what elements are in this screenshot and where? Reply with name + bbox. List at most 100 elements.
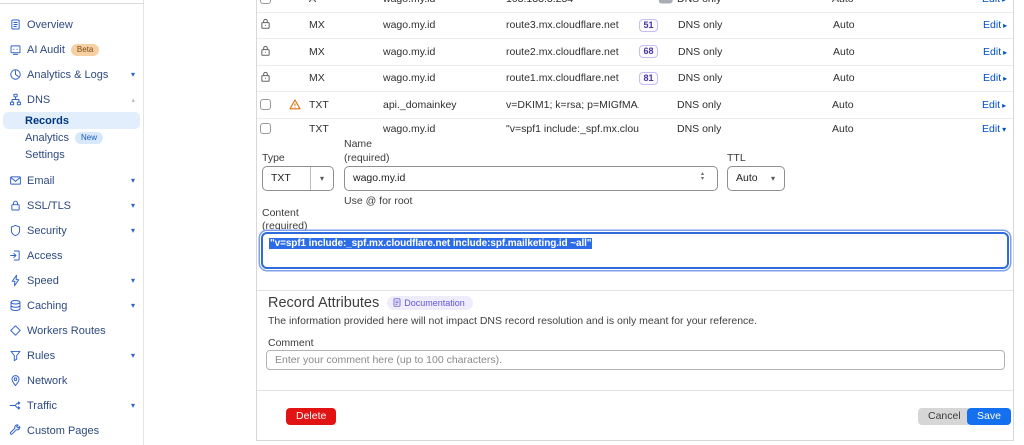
sidebar-item-traffic[interactable]: Traffic▾ bbox=[0, 393, 143, 418]
record-content: 103.133.3.254 bbox=[504, 0, 639, 5]
record-content: route3.mx.cloudflare.net bbox=[504, 19, 639, 31]
edit-link[interactable]: Edit▸ bbox=[982, 99, 1006, 111]
sidebar-item-label: Workers Routes bbox=[27, 325, 106, 337]
edit-link[interactable]: Edit▸ bbox=[983, 72, 1007, 84]
record-edit-cell: Edit▸ bbox=[982, 0, 1013, 5]
sidebar-item-analytics[interactable]: Analytics New bbox=[0, 129, 143, 146]
edit-link[interactable]: Edit▸ bbox=[983, 46, 1007, 58]
lock-icon bbox=[260, 44, 271, 60]
proxy-cloud-icon[interactable] bbox=[657, 0, 674, 7]
record-name: wago.my.id bbox=[381, 46, 504, 58]
document-icon bbox=[393, 298, 401, 307]
sidebar-item-network[interactable]: Network bbox=[0, 368, 143, 393]
edit-link[interactable]: Edit▸ bbox=[982, 0, 1006, 5]
sidebar-item-access[interactable]: Access bbox=[0, 243, 143, 268]
sidebar-item-analytics-logs[interactable]: Analytics & Logs▾ bbox=[0, 62, 143, 87]
row-warning-cell bbox=[283, 99, 307, 110]
sidebar-item-speed[interactable]: Speed▾ bbox=[0, 268, 143, 293]
content-selected-text: "v=spf1 include:_spf.mx.cloudflare.net i… bbox=[269, 238, 592, 249]
table-row: TXTapi._domainkeyv=DKIM1; k=rsa; p=MIGfM… bbox=[257, 92, 1013, 119]
row-select-cell bbox=[257, 99, 283, 110]
sidebar-item-records[interactable]: Records bbox=[3, 112, 140, 129]
ttl-label: TTL bbox=[727, 152, 746, 164]
record-content: route2.mx.cloudflare.net bbox=[504, 46, 639, 58]
comment-input[interactable] bbox=[266, 350, 1005, 370]
documentation-link[interactable]: Documentation bbox=[387, 296, 473, 310]
sidebar-item-label: Analytics & Logs bbox=[27, 69, 108, 81]
record-type: TXT bbox=[307, 123, 381, 135]
table-row: MXwago.my.idroute3.mx.cloudflare.net51DN… bbox=[257, 13, 1013, 40]
row-select-cell bbox=[257, 44, 283, 60]
sidebar-item-workers-routes[interactable]: Workers Routes bbox=[0, 318, 143, 343]
record-edit-cell: Edit▾ bbox=[982, 123, 1013, 135]
proxy-status: DNS only bbox=[677, 99, 721, 111]
row-select-cell bbox=[257, 70, 283, 86]
proxy-status: DNS only bbox=[677, 0, 721, 5]
name-required-label: (required) bbox=[344, 152, 390, 164]
chevron-down-icon: ▾ bbox=[762, 174, 784, 183]
sidebar-item-settings[interactable]: Settings bbox=[0, 146, 143, 163]
sidebar-item-rules[interactable]: Rules ▾ bbox=[0, 343, 143, 368]
sidebar-item-email[interactable]: Email▾ bbox=[0, 168, 143, 193]
edit-label: Edit bbox=[982, 123, 1000, 135]
content-label: Content bbox=[262, 207, 299, 219]
sidebar-item-label: Security bbox=[27, 225, 67, 237]
row-checkbox[interactable] bbox=[260, 0, 271, 4]
record-type: MX bbox=[307, 46, 381, 58]
sidebar-item-label: Traffic bbox=[27, 400, 57, 412]
type-label: Type bbox=[262, 152, 285, 164]
chevron-up-icon: ▴ bbox=[131, 96, 135, 104]
table-row: MXwago.my.idroute2.mx.cloudflare.net68DN… bbox=[257, 39, 1013, 66]
record-type: MX bbox=[307, 72, 381, 84]
sidebar-item-label: Custom Pages bbox=[27, 425, 99, 437]
row-checkbox[interactable] bbox=[260, 99, 271, 110]
sidebar-item-label: Analytics bbox=[25, 132, 69, 144]
sidebar-item-ssl-tls[interactable]: SSL/TLS▾ bbox=[0, 193, 143, 218]
record-proxy-cell: DNS only bbox=[658, 72, 828, 84]
record-name: wago.my.id bbox=[381, 19, 504, 31]
record-content: v=DKIM1; k=rsa; p=MIGfMA... bbox=[504, 99, 639, 111]
table-row: Awago.my.id103.133.3.254DNS onlyAutoEdit… bbox=[257, 0, 1013, 13]
name-stepper-icon[interactable]: ▴▾ bbox=[701, 172, 704, 182]
chevron-down-icon: ▾ bbox=[131, 351, 135, 360]
chevron-down-icon: ▾ bbox=[311, 174, 333, 183]
ttl-select-value: Auto bbox=[728, 172, 762, 184]
record-proxy-cell: DNS only bbox=[658, 46, 828, 58]
sidebar-item-overview[interactable]: Overview bbox=[0, 12, 143, 37]
ttl-select[interactable]: Auto ▾ bbox=[727, 166, 785, 191]
lock-icon bbox=[260, 17, 271, 33]
sidebar-item-security[interactable]: Security▾ bbox=[0, 218, 143, 243]
name-label: Name bbox=[344, 138, 372, 150]
sidebar-item-custom-pages[interactable]: Custom Pages bbox=[0, 418, 143, 443]
record-priority-cell: 68 bbox=[639, 45, 658, 58]
record-name: api._domainkey bbox=[381, 99, 504, 111]
sidebar-item-caching[interactable]: Caching▾ bbox=[0, 293, 143, 318]
comment-label: Comment bbox=[268, 337, 314, 349]
triangle-right-icon: ▸ bbox=[1003, 21, 1007, 30]
type-select[interactable]: TXT ▾ bbox=[262, 166, 334, 191]
sidebar-top-divider bbox=[0, 3, 144, 4]
content-textarea[interactable]: "v=spf1 include:_spf.mx.cloudflare.net i… bbox=[261, 232, 1009, 269]
section-divider bbox=[257, 290, 1013, 291]
workers-routes-icon bbox=[7, 323, 23, 339]
edit-link[interactable]: Edit▾ bbox=[982, 123, 1006, 135]
record-proxy-cell: DNS only bbox=[657, 0, 827, 5]
name-input[interactable] bbox=[344, 166, 718, 191]
documentation-label: Documentation bbox=[404, 298, 465, 308]
sidebar-item-ai-audit[interactable]: AI AuditBeta bbox=[0, 37, 143, 62]
delete-button[interactable]: Delete bbox=[286, 408, 336, 425]
proxy-status: DNS only bbox=[678, 19, 722, 31]
sidebar-item-label: Speed bbox=[27, 275, 59, 287]
analytics-logs-icon bbox=[7, 67, 23, 83]
edit-link[interactable]: Edit▸ bbox=[983, 19, 1007, 31]
row-checkbox[interactable] bbox=[260, 123, 271, 134]
cancel-button[interactable]: Cancel bbox=[918, 408, 971, 425]
new-badge: New bbox=[75, 132, 103, 144]
triangle-right-icon: ▸ bbox=[1003, 48, 1007, 57]
save-button[interactable]: Save bbox=[967, 408, 1011, 425]
sidebar-item-dns[interactable]: DNS▴ bbox=[0, 87, 143, 112]
edit-label: Edit bbox=[982, 0, 1000, 5]
table-row: TXTwago.my.id"v=spf1 include:_spf.mx.clo… bbox=[257, 119, 1013, 139]
sidebar-item-label: Rules bbox=[27, 350, 55, 362]
rules-icon bbox=[7, 348, 23, 364]
